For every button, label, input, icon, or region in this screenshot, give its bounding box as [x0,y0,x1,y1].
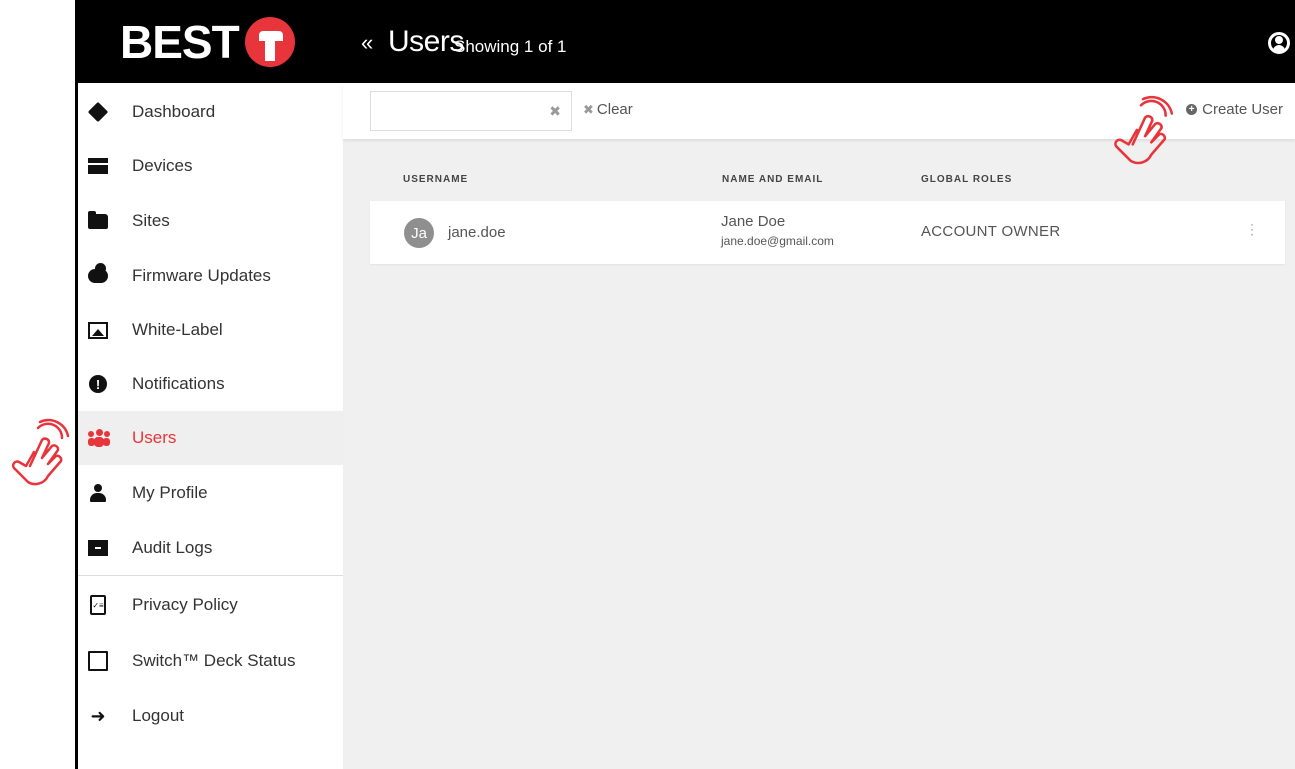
full-name-cell: Jane Doe [721,213,786,230]
account-icon[interactable] [1268,32,1290,54]
page-title: Users [388,25,464,58]
tap-hand-icon [11,418,70,486]
role-cell: ACCOUNT OWNER [921,223,1061,240]
brand-mark-icon [244,17,295,67]
clear-button[interactable]: ✖ Clear [583,101,633,118]
clipboard-icon: ✓≡ [88,595,108,615]
cloud-upload-icon [88,263,108,286]
sidebar-item-logout[interactable]: ➜ Logout [78,689,343,743]
devices-icon [88,156,108,176]
brand-logo[interactable]: BEST [120,14,295,70]
person-icon [88,483,108,503]
create-user-label: Create User [1202,101,1283,118]
sidebar-item-sites[interactable]: Sites [78,194,343,248]
sidebar: Dashboard Devices Sites Firmware Updates… [78,83,343,769]
clear-x-icon: ✖ [583,102,594,117]
sidebar-item-label: Devices [132,156,193,175]
sidebar-item-label: Privacy Policy [132,595,238,614]
brand-name: BEST [120,16,240,68]
sidebar-divider [78,575,343,576]
username-cell: jane.doe [448,224,506,241]
deck-status-icon [88,651,108,671]
dashboard-icon [87,101,109,123]
top-bar: BEST « Users Showing 1 of 1 [78,0,1295,83]
sidebar-item-white-label[interactable]: White-Label [78,303,343,357]
tap-hand-icon [1114,95,1174,165]
sidebar-item-label: Users [132,428,177,447]
clear-label: Clear [596,101,633,118]
sidebar-item-label: Dashboard [132,102,216,121]
archive-icon [88,538,108,558]
column-header-username[interactable]: USERNAME [403,174,468,185]
sidebar-item-privacy-policy[interactable]: ✓≡ Privacy Policy [78,578,343,632]
sidebar-item-my-profile[interactable]: My Profile [78,466,343,520]
create-user-button[interactable]: + Create User [1186,101,1283,118]
email-cell: jane.doe@gmail.com [721,234,834,248]
sidebar-item-label: Switch™ Deck Status [132,651,296,670]
sidebar-item-users[interactable]: Users [78,411,343,465]
sidebar-item-devices[interactable]: Devices [78,139,343,193]
sidebar-item-label: My Profile [132,483,208,502]
sidebar-item-switch-deck-status[interactable]: Switch™ Deck Status [78,634,343,688]
search-input[interactable]: ✖ [370,91,572,131]
avatar: Ja [404,218,434,248]
users-icon [88,428,110,448]
sidebar-item-label: Logout [132,706,184,725]
sidebar-item-audit-logs[interactable]: Audit Logs [78,521,343,575]
sidebar-item-label: Notifications [132,374,225,393]
row-menu-icon[interactable]: ⋮ [1245,221,1259,238]
sidebar-item-notifications[interactable]: ! Notifications [78,357,343,411]
collapse-sidebar-button[interactable]: « [361,30,373,56]
table-row[interactable]: Ja jane.doe Jane Doe jane.doe@gmail.com … [370,201,1285,264]
sidebar-item-label: Sites [132,211,170,230]
folder-icon [88,210,108,231]
column-header-name-email[interactable]: NAME AND EMAIL [722,174,823,185]
image-icon [88,320,108,340]
sidebar-item-label: Audit Logs [132,538,213,557]
left-margin [0,0,75,769]
main-content: ✖ ✖ Clear + Create User USERNAME NAME AND… [343,83,1295,769]
logout-icon: ➜ [90,705,106,726]
sidebar-item-label: White-Label [132,320,223,339]
page-subtitle: Showing 1 of 1 [454,37,567,56]
alert-icon: ! [88,374,108,394]
sidebar-item-dashboard[interactable]: Dashboard [78,85,343,139]
column-header-global-roles[interactable]: GLOBAL ROLES [921,174,1012,185]
plus-circle-icon: + [1186,104,1198,115]
sidebar-item-label: Firmware Updates [132,266,271,285]
sidebar-item-firmware-updates[interactable]: Firmware Updates [78,249,343,303]
search-clear-icon[interactable]: ✖ [549,103,561,120]
